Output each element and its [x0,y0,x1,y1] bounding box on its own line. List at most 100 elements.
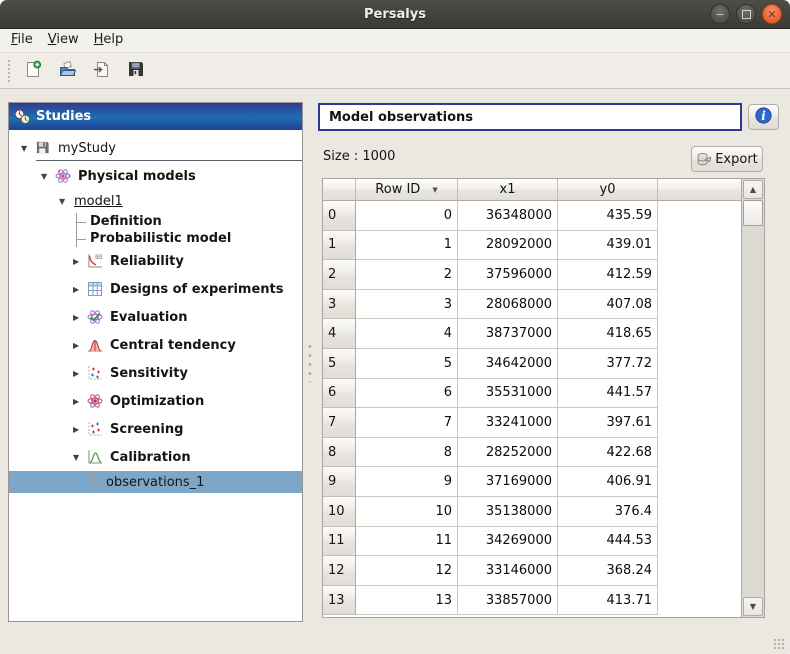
info-button[interactable]: i [748,104,779,130]
cell-row-id[interactable]: 8 [356,438,458,468]
tree-item-designs-of-experiments[interactable]: ▶Designs of experiments [9,275,302,303]
new-study-button[interactable] [18,56,49,85]
row-header[interactable]: 4 [323,319,356,349]
cell-row-id[interactable]: 2 [356,260,458,290]
cell-x1[interactable]: 28068000 [458,290,558,320]
cell-x1[interactable]: 34269000 [458,527,558,557]
tree-item-optimization[interactable]: ▶Optimization [9,387,302,415]
cell-x1[interactable]: 33857000 [458,586,558,616]
save-study-button[interactable] [120,56,151,85]
expand-arrow-icon[interactable]: ▶ [73,313,87,322]
tree-item-reliability[interactable]: ▶Reliability [9,247,302,275]
cell-x1[interactable]: 35138000 [458,497,558,527]
tree-item-sensitivity[interactable]: ▶Sensitivity [9,359,302,387]
scrollbar-track[interactable] [742,226,764,596]
cell-row-id[interactable]: 9 [356,467,458,497]
tree-item-physical-models[interactable]: ▼Physical models [9,163,302,189]
menu-file[interactable]: File [10,29,42,52]
collapse-arrow-icon[interactable]: ▼ [73,453,87,462]
cell-x1[interactable]: 38737000 [458,319,558,349]
menu-view[interactable]: View [47,29,88,52]
cell-x1[interactable]: 28092000 [458,231,558,261]
cell-y0[interactable]: 441.57 [558,379,658,409]
row-header[interactable]: 5 [323,349,356,379]
splitter-handle[interactable] [306,342,314,382]
tree-item-screening[interactable]: ▶Screening [9,415,302,443]
cell-y0[interactable]: 435.59 [558,201,658,231]
cell-y0[interactable]: 376.4 [558,497,658,527]
cell-y0[interactable]: 377.72 [558,349,658,379]
row-header[interactable]: 0 [323,201,356,231]
tree-item-evaluation[interactable]: ▶Evaluation [9,303,302,331]
expand-arrow-icon[interactable]: ▶ [73,369,87,378]
tree-item-probabilistic-model[interactable]: Probabilistic model [9,230,302,247]
tree-item-mystudy[interactable]: ▼myStudy [9,135,302,161]
cell-y0[interactable]: 368.24 [558,556,658,586]
tree-item-observations-1[interactable]: observations_1 [9,471,302,493]
row-header[interactable]: 11 [323,527,356,557]
scrollbar-thumb[interactable] [743,200,763,226]
cell-y0[interactable]: 412.59 [558,260,658,290]
row-header[interactable]: 7 [323,408,356,438]
title-bar[interactable]: Persalys −✕ [0,0,790,29]
row-header[interactable]: 10 [323,497,356,527]
cell-row-id[interactable]: 1 [356,231,458,261]
row-header[interactable]: 8 [323,438,356,468]
cell-row-id[interactable]: 11 [356,527,458,557]
cell-x1[interactable]: 33241000 [458,408,558,438]
cell-y0[interactable]: 439.01 [558,231,658,261]
expand-arrow-icon[interactable]: ▶ [73,285,87,294]
tree-item-calibration[interactable]: ▼Calibration [9,443,302,471]
open-study-button[interactable] [52,56,83,85]
cell-y0[interactable]: 407.08 [558,290,658,320]
menu-help[interactable]: Help [93,29,133,52]
column-header-row-id[interactable]: Row ID▼ [356,179,458,201]
cell-y0[interactable]: 444.53 [558,527,658,557]
cell-x1[interactable]: 35531000 [458,379,558,409]
cell-row-id[interactable]: 6 [356,379,458,409]
cell-y0[interactable]: 413.71 [558,586,658,616]
vertical-scrollbar[interactable]: ▲ ▼ [741,179,764,617]
tree-item-definition[interactable]: Definition [9,213,302,230]
cell-x1[interactable]: 37596000 [458,260,558,290]
row-header[interactable]: 6 [323,379,356,409]
cell-x1[interactable]: 33146000 [458,556,558,586]
import-python-script-button[interactable] [86,56,117,85]
cell-row-id[interactable]: 5 [356,349,458,379]
cell-y0[interactable]: 397.61 [558,408,658,438]
cell-x1[interactable]: 28252000 [458,438,558,468]
table-corner-header[interactable] [323,179,356,201]
cell-row-id[interactable]: 7 [356,408,458,438]
cell-row-id[interactable]: 12 [356,556,458,586]
cell-y0[interactable]: 422.68 [558,438,658,468]
column-header-y0[interactable]: y0 [558,179,658,201]
column-header-x1[interactable]: x1 [458,179,558,201]
cell-x1[interactable]: 37169000 [458,467,558,497]
expand-arrow-icon[interactable]: ▶ [73,425,87,434]
cell-row-id[interactable]: 3 [356,290,458,320]
row-header[interactable]: 3 [323,290,356,320]
export-button[interactable]: Export [691,146,763,172]
row-header[interactable]: 9 [323,467,356,497]
collapse-arrow-icon[interactable]: ▼ [41,172,55,181]
expand-arrow-icon[interactable]: ▶ [73,341,87,350]
cell-y0[interactable]: 418.65 [558,319,658,349]
scroll-down-button[interactable]: ▼ [743,597,763,616]
minimize-button[interactable]: − [710,4,730,24]
expand-arrow-icon[interactable]: ▶ [73,397,87,406]
maximize-button[interactable] [736,4,756,24]
cell-x1[interactable]: 36348000 [458,201,558,231]
resize-grip[interactable] [773,638,785,650]
cell-row-id[interactable]: 13 [356,586,458,616]
row-header[interactable]: 2 [323,260,356,290]
cell-y0[interactable]: 406.91 [558,467,658,497]
row-header[interactable]: 12 [323,556,356,586]
row-header[interactable]: 13 [323,586,356,616]
tree-item-central-tendency[interactable]: ▶Central tendency [9,331,302,359]
expand-arrow-icon[interactable]: ▶ [73,257,87,266]
cell-row-id[interactable]: 10 [356,497,458,527]
collapse-arrow-icon[interactable]: ▼ [21,144,35,153]
cell-row-id[interactable]: 4 [356,319,458,349]
cell-x1[interactable]: 34642000 [458,349,558,379]
row-header[interactable]: 1 [323,231,356,261]
